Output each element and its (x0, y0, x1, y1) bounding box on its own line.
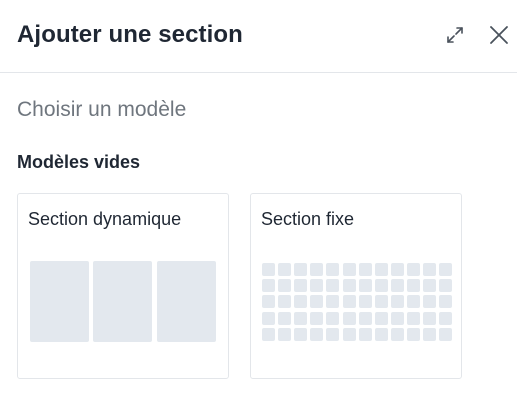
preview-grid-cell (439, 312, 452, 325)
preview-grid-cell (359, 328, 372, 341)
preview-grid-cell (423, 279, 436, 292)
preview-grid-cell (294, 263, 307, 276)
add-section-dialog: Ajouter une section Choisir un modèle Mo… (0, 0, 517, 416)
preview-grid-cell (326, 263, 339, 276)
preview-grid-cell (359, 312, 372, 325)
preview-column (30, 261, 89, 342)
preview-grid-cell (278, 263, 291, 276)
preview-grid-cell (375, 295, 388, 308)
preview-grid-cell (278, 279, 291, 292)
preview-grid-cell (423, 328, 436, 341)
preview-grid-cell (375, 328, 388, 341)
preview-grid-cell (343, 279, 356, 292)
blank-templates-label: Modèles vides (17, 152, 141, 172)
preview-grid-cell (391, 263, 404, 276)
preview-grid-cell (326, 312, 339, 325)
preview-grid-cell (310, 279, 323, 292)
preview-grid-cell (343, 295, 356, 308)
close-button[interactable] (488, 24, 510, 46)
preview-grid-cell (310, 312, 323, 325)
dialog-header: Ajouter une section (0, 0, 517, 73)
preview-grid-cell (375, 279, 388, 292)
preview-grid-cell (391, 279, 404, 292)
preview-grid-cell (375, 312, 388, 325)
preview-grid-cell (262, 295, 275, 308)
preview-grid-cell (391, 328, 404, 341)
template-card-label: Section fixe (261, 209, 355, 229)
preview-grid-cell (326, 279, 339, 292)
preview-grid-cell (326, 328, 339, 341)
dialog-title: Ajouter une section (17, 21, 243, 48)
preview-grid-cell (294, 328, 307, 341)
preview-grid-cell (407, 263, 420, 276)
preview-grid-cell (407, 312, 420, 325)
preview-grid-cell (262, 312, 275, 325)
preview-grid-cell (391, 312, 404, 325)
expand-button[interactable] (444, 24, 466, 46)
preview-grid-cell (423, 312, 436, 325)
preview-grid-cell (439, 295, 452, 308)
preview-column (157, 261, 216, 342)
preview-grid-cell (262, 263, 275, 276)
preview-grid-cell (343, 328, 356, 341)
preview-grid-cell (278, 328, 291, 341)
choose-template-heading: Choisir un modèle (17, 98, 187, 121)
preview-grid-cell (407, 328, 420, 341)
template-card-fixed-section[interactable]: Section fixe (250, 193, 462, 379)
preview-grid-cell (294, 295, 307, 308)
preview-grid-cell (391, 295, 404, 308)
close-icon (488, 24, 510, 46)
preview-grid-cell (294, 279, 307, 292)
preview-grid-cell (359, 295, 372, 308)
preview-grid-cell (407, 295, 420, 308)
preview-grid-cell (359, 279, 372, 292)
preview-grid-cell (310, 295, 323, 308)
preview-grid-cell (343, 263, 356, 276)
preview-grid-cell (326, 295, 339, 308)
preview-column (93, 261, 152, 342)
preview-grid-cell (375, 263, 388, 276)
preview-grid-cell (407, 279, 420, 292)
expand-arrows-icon (444, 24, 466, 46)
preview-grid-cell (423, 263, 436, 276)
preview-grid-cell (439, 279, 452, 292)
template-card-label: Section dynamique (28, 209, 182, 229)
preview-grid-cell (262, 328, 275, 341)
preview-grid-cell (310, 328, 323, 341)
preview-grid-cell (294, 312, 307, 325)
preview-grid-cell (439, 328, 452, 341)
preview-grid-cell (439, 263, 452, 276)
preview-grid-cell (262, 279, 275, 292)
template-card-dynamic-section[interactable]: Section dynamique (17, 193, 229, 379)
preview-grid-cell (310, 263, 323, 276)
preview-grid-cell (278, 295, 291, 308)
preview-grid-cell (278, 312, 291, 325)
preview-grid-cell (423, 295, 436, 308)
preview-grid-cell (359, 263, 372, 276)
preview-grid-cell (343, 312, 356, 325)
